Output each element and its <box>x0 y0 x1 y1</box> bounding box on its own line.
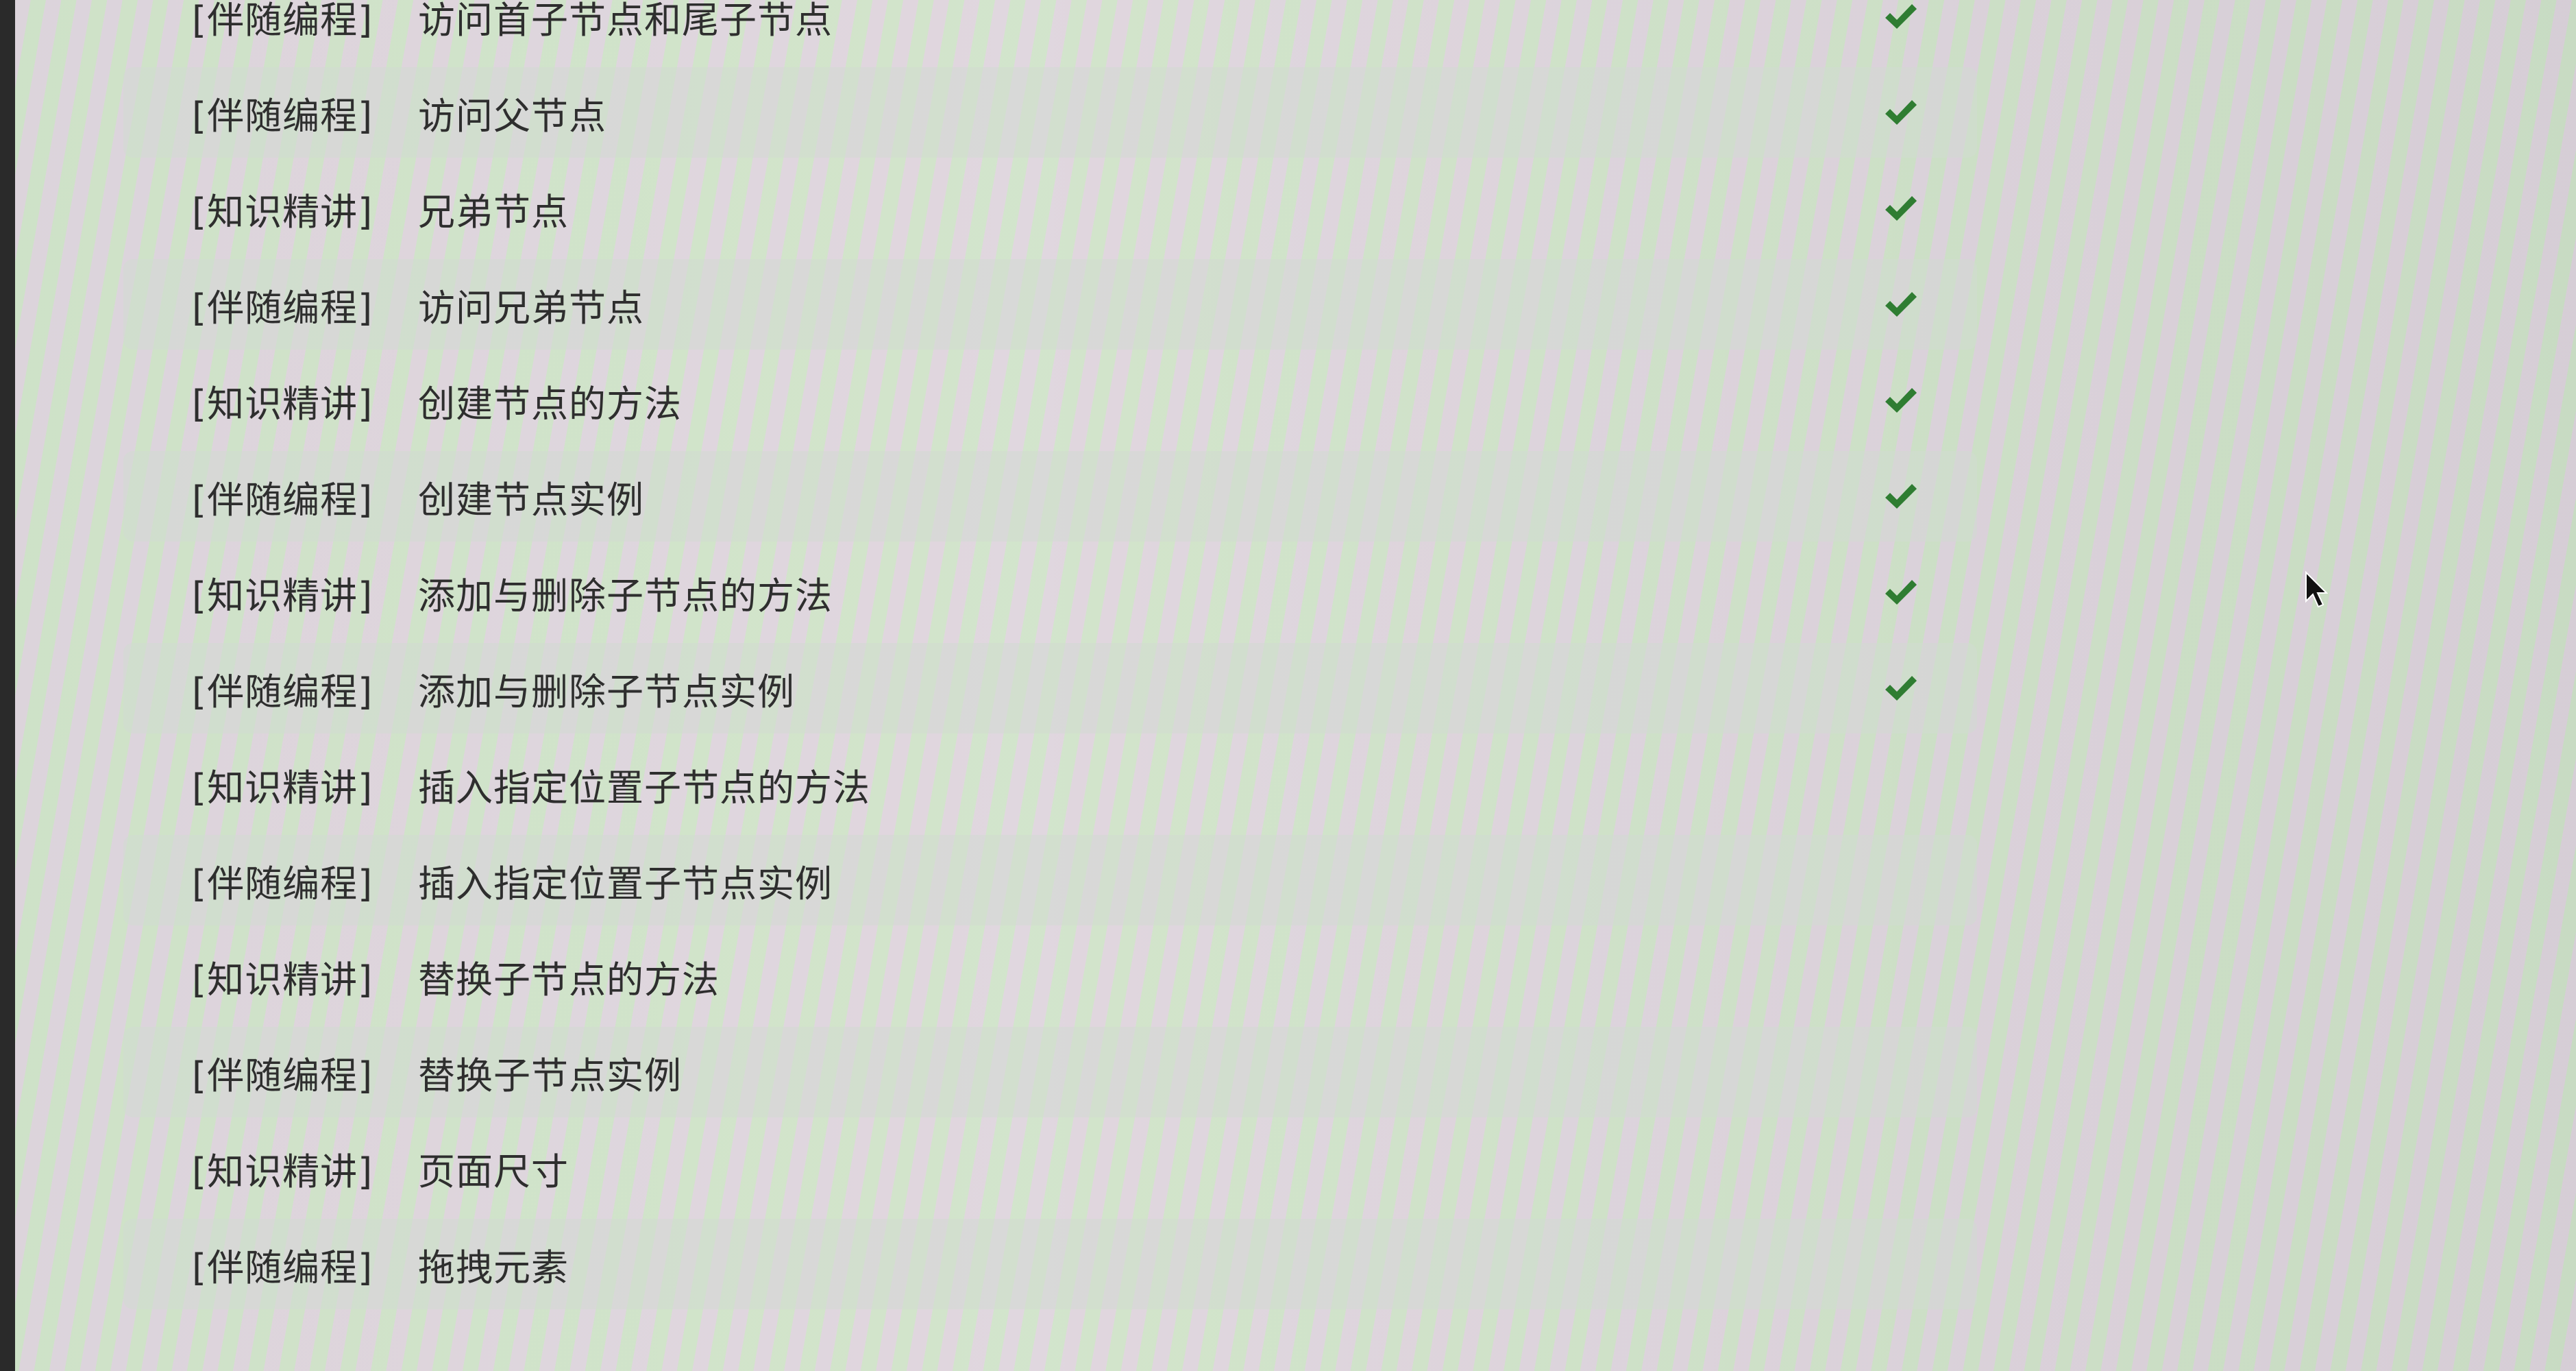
lesson-title: 创建节点的方法 <box>418 382 682 426</box>
lesson-row[interactable]: [伴随编程] 替换子节点实例 <box>123 1027 1977 1117</box>
lesson-list: [伴随编程] 访问首子节点和尾子节点 [伴随编程] 访问父节点 [知识精讲] 兄弟节点 [伴… <box>123 0 1977 1371</box>
lesson-title: 替换子节点实例 <box>418 1054 682 1097</box>
check-icon <box>1885 4 1917 29</box>
lesson-type-tag: [伴随编程] <box>192 0 373 42</box>
lesson-row[interactable]: [伴随编程] 访问父节点 <box>123 67 1977 158</box>
lesson-type-tag: [伴随编程] <box>192 1054 373 1097</box>
lesson-type-tag: [伴随编程] <box>192 862 373 906</box>
lesson-row[interactable]: [知识精讲] 插入指定位置子节点的方法 <box>123 739 1977 829</box>
lesson-row[interactable]: [伴随编程] 添加与删除子节点实例 <box>123 643 1977 733</box>
lesson-type-tag: [知识精讲] <box>192 958 373 1002</box>
window-edge <box>0 0 15 1371</box>
lesson-title: 替换子节点的方法 <box>418 958 720 1002</box>
lesson-row[interactable]: [知识精讲] 添加与删除子节点的方法 <box>123 547 1977 638</box>
lesson-title: 插入指定位置子节点实例 <box>418 862 833 906</box>
lesson-row[interactable]: [伴随编程] 插入指定位置子节点实例 <box>123 835 1977 925</box>
check-icon <box>1885 388 1917 413</box>
lesson-title: 添加与删除子节点实例 <box>418 670 795 714</box>
screen: [伴随编程] 访问首子节点和尾子节点 [伴随编程] 访问父节点 [知识精讲] 兄弟节点 [伴… <box>0 0 2576 1371</box>
lesson-title: 访问首子节点和尾子节点 <box>418 0 833 42</box>
lesson-title: 访问兄弟节点 <box>418 286 644 330</box>
lesson-row[interactable]: [伴随编程] 拖拽元素 <box>123 1219 1977 1309</box>
lesson-type-tag: [知识精讲] <box>192 382 373 426</box>
lesson-row[interactable]: [知识精讲] 创建节点的方法 <box>123 355 1977 446</box>
lesson-title: 页面尺寸 <box>418 1150 569 1193</box>
lesson-type-tag: [知识精讲] <box>192 190 373 234</box>
lesson-row[interactable]: [伴随编程] 访问兄弟节点 <box>123 259 1977 350</box>
lesson-row[interactable]: [知识精讲] 兄弟节点 <box>123 163 1977 254</box>
lesson-row[interactable]: [伴随编程] 访问首子节点和尾子节点 <box>123 0 1977 62</box>
check-icon <box>1885 580 1917 605</box>
lesson-title: 创建节点实例 <box>418 478 644 522</box>
mouse-cursor-icon <box>2305 571 2328 608</box>
lesson-row[interactable]: [知识精讲] 页面尺寸 <box>123 1123 1977 1213</box>
check-icon <box>1885 484 1917 509</box>
check-icon <box>1885 100 1917 125</box>
lesson-title: 兄弟节点 <box>418 190 569 234</box>
lesson-type-tag: [伴随编程] <box>192 286 373 330</box>
check-icon <box>1885 196 1917 221</box>
lesson-type-tag: [伴随编程] <box>192 1246 373 1289</box>
lesson-type-tag: [知识精讲] <box>192 1150 373 1193</box>
lesson-title: 访问父节点 <box>418 94 606 138</box>
lesson-type-tag: [伴随编程] <box>192 94 373 138</box>
lesson-title: 添加与删除子节点的方法 <box>418 574 833 618</box>
check-icon <box>1885 292 1917 317</box>
lesson-type-tag: [知识精讲] <box>192 574 373 618</box>
lesson-title: 拖拽元素 <box>418 1246 569 1289</box>
lesson-row[interactable]: [伴随编程] 创建节点实例 <box>123 451 1977 542</box>
lesson-type-tag: [知识精讲] <box>192 766 373 810</box>
check-icon <box>1885 676 1917 701</box>
lesson-row[interactable]: [知识精讲] 替换子节点的方法 <box>123 931 1977 1021</box>
lesson-type-tag: [伴随编程] <box>192 670 373 714</box>
lesson-type-tag: [伴随编程] <box>192 478 373 522</box>
lesson-title: 插入指定位置子节点的方法 <box>418 766 870 810</box>
